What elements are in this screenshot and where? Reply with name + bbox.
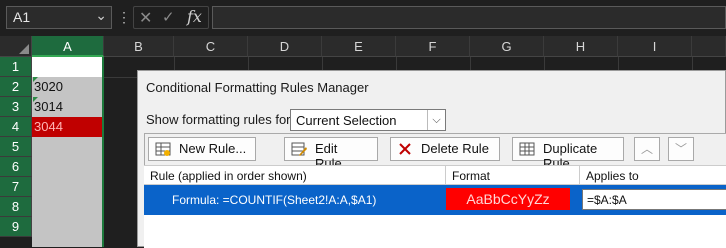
delete-rule-label: Delete Rule <box>421 141 489 156</box>
duplicate-rule-button[interactable]: Duplicate Rule <box>512 137 624 171</box>
formula-bar: A1 ⌄ ⋮ ✕ ✓ fx <box>0 0 726 36</box>
duplicate-rule-icon <box>519 142 535 156</box>
dialog-title: Conditional Formatting Rules Manager <box>146 80 369 95</box>
cell-a1[interactable] <box>32 57 102 77</box>
column-header-h[interactable]: H <box>544 36 618 57</box>
select-all-corner[interactable] <box>0 36 32 57</box>
chevron-down-icon[interactable]: ⌄ <box>95 7 107 24</box>
error-indicator-icon <box>33 77 38 82</box>
applies-to-input[interactable]: =$A:$A <box>582 189 726 210</box>
show-rules-label: Show formatting rules for: <box>146 112 295 127</box>
new-rule-icon <box>155 142 171 156</box>
show-rules-select[interactable]: Current Selection ⌵ <box>290 109 446 131</box>
rule-description: Formula: =COUNTIF(Sheet2!A:A,$A1) <box>172 193 377 207</box>
select-all-icon <box>19 44 29 54</box>
move-up-button[interactable]: ︿ <box>634 137 660 161</box>
column-header-b[interactable]: B <box>104 36 174 57</box>
column-header-applies-to[interactable]: Applies to <box>580 166 726 186</box>
new-rule-label: New Rule... <box>179 141 247 156</box>
row-header-9[interactable]: 9 <box>0 217 32 237</box>
more-options-icon[interactable]: ⋮ <box>117 9 131 26</box>
conditional-formatting-dialog: Conditional Formatting Rules Manager Sho… <box>137 70 726 248</box>
column-header-format[interactable]: Format <box>446 166 580 186</box>
chevron-down-icon: ﹀ <box>674 142 687 156</box>
row-header-6[interactable]: 6 <box>0 157 32 177</box>
column-header-c[interactable]: C <box>174 36 248 57</box>
new-rule-button[interactable]: New Rule... <box>148 137 256 161</box>
format-preview: AaBbCcYyZz <box>446 188 570 210</box>
check-icon[interactable]: ✓ <box>162 8 175 26</box>
column-header-f[interactable]: F <box>396 36 470 57</box>
name-box-value: A1 <box>13 9 31 25</box>
edit-rule-button[interactable]: Edit Rule... <box>284 137 378 171</box>
cell-a4[interactable]: 3044 <box>32 117 102 137</box>
row-header-1[interactable]: 1 <box>0 57 32 77</box>
cell-a3[interactable]: 3014 <box>32 97 102 117</box>
formula-buttons: ✕ ✓ fx <box>133 6 209 29</box>
row-header-5[interactable]: 5 <box>0 137 32 157</box>
error-indicator-icon <box>33 97 38 102</box>
formula-input[interactable] <box>212 6 726 29</box>
chevron-down-icon[interactable]: ⌵ <box>427 110 445 130</box>
delete-icon <box>399 143 411 155</box>
column-header-rule[interactable]: Rule (applied in order shown) <box>144 166 446 186</box>
selection-border <box>102 57 104 247</box>
row-header-4[interactable]: 4 <box>0 117 32 137</box>
row-header-2[interactable]: 2 <box>0 77 32 97</box>
edit-rule-icon <box>291 142 307 156</box>
show-rules-value: Current Selection <box>296 113 397 128</box>
row-header-7[interactable]: 7 <box>0 177 32 197</box>
delete-rule-button[interactable]: Delete Rule <box>390 137 500 161</box>
column-header-e[interactable]: E <box>322 36 396 57</box>
column-header-i[interactable]: I <box>618 36 692 57</box>
chevron-up-icon: ︿ <box>640 142 653 156</box>
column-header-j[interactable] <box>692 36 726 57</box>
column-header-g[interactable]: G <box>470 36 544 57</box>
rules-table-header: Rule (applied in order shown) Format App… <box>144 165 726 186</box>
column-header-a[interactable]: A <box>32 36 104 57</box>
insert-function-icon[interactable]: fx <box>187 7 202 26</box>
move-down-button[interactable]: ﹀ <box>668 137 694 161</box>
cell-a2[interactable]: 3020 <box>32 77 102 97</box>
name-box[interactable]: A1 ⌄ <box>6 6 112 29</box>
cancel-icon[interactable]: ✕ <box>139 8 152 28</box>
table-row[interactable]: Formula: =COUNTIF(Sheet2!A:A,$A1) AaBbCc… <box>144 185 726 215</box>
rules-table-body <box>144 215 726 248</box>
row-header-3[interactable]: 3 <box>0 97 32 117</box>
row-header-8[interactable]: 8 <box>0 197 32 217</box>
column-header-d[interactable]: D <box>248 36 322 57</box>
